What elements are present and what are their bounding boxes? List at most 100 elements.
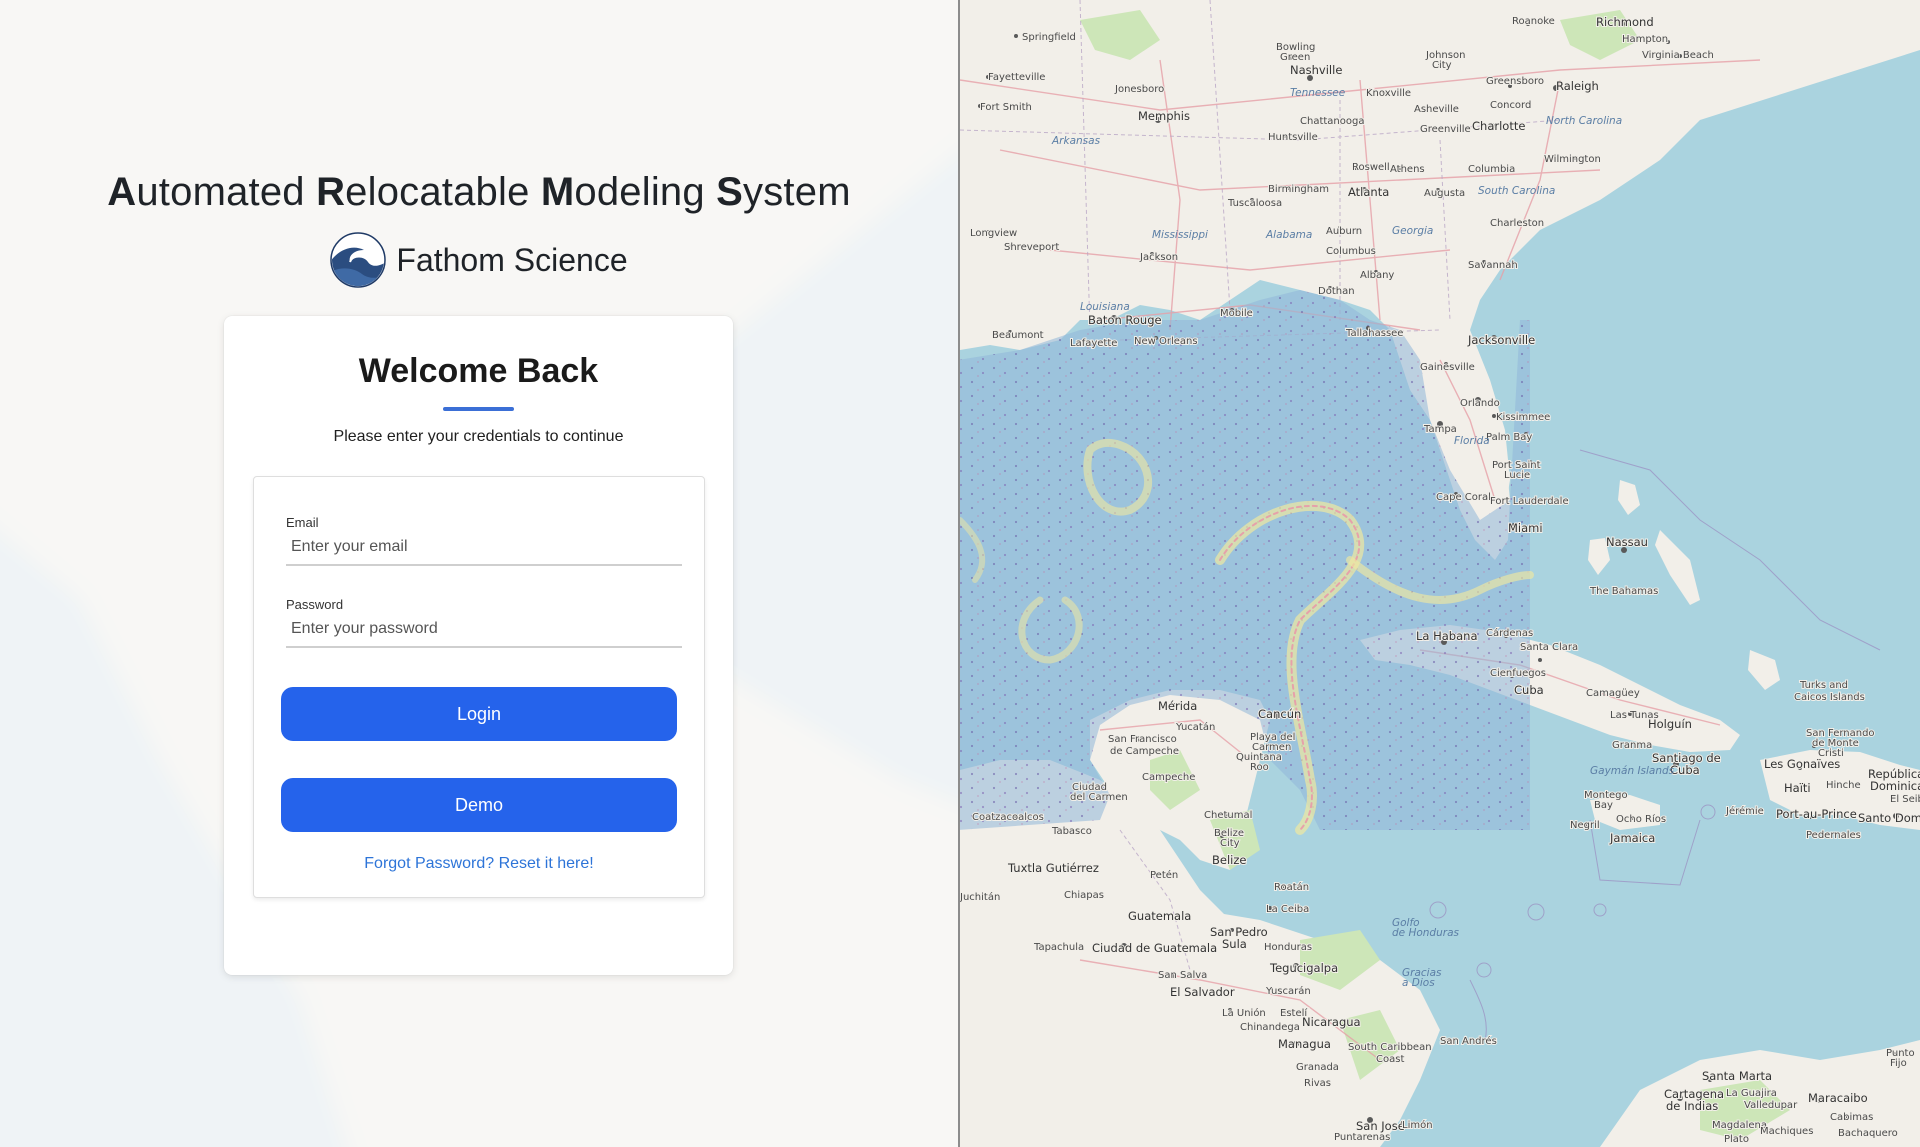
map-place-label: Magdalena: [1712, 1120, 1767, 1131]
map-place-label: Cancún: [1258, 707, 1301, 721]
map-place-label: Gaymán Islands: [1590, 765, 1675, 777]
map-place-label: La Unión: [1222, 1007, 1266, 1019]
map-place-label: Concord: [1490, 100, 1531, 111]
title-initial: M: [540, 170, 575, 214]
map-place-label: Palm Bay: [1486, 432, 1532, 443]
map-place-label: Greensboro: [1486, 76, 1544, 87]
map-place-label: Baton Rouge: [1088, 313, 1162, 327]
map-place-label: Greenville: [1420, 124, 1471, 135]
map-place-label: Roswell: [1352, 162, 1390, 173]
map-place-label: Knoxville: [1366, 88, 1411, 99]
map-place-label: Jonesboro: [1114, 84, 1164, 95]
map-place-label: Granma: [1612, 740, 1652, 751]
map-place-label: Orlando: [1460, 398, 1500, 409]
map-place-label: de Honduras: [1392, 927, 1460, 939]
map-place-label: Dothan: [1318, 286, 1355, 297]
map-place-label: Chinandega: [1240, 1022, 1300, 1033]
map-place-label: Managua: [1278, 1037, 1331, 1051]
map-place-label: Roo: [1250, 762, 1269, 773]
map-place-label: Columbus: [1326, 246, 1376, 257]
map-place-label: Fijo: [1890, 1058, 1907, 1069]
map-place-label: San Andrés: [1440, 1035, 1497, 1047]
brand-name: Fathom Science: [396, 241, 628, 278]
password-field-group: Password: [281, 597, 682, 648]
map-place-label: La Guajira: [1726, 1088, 1777, 1099]
map-place-label: Sula: [1222, 937, 1247, 951]
password-input[interactable]: [286, 620, 682, 648]
map-place-label: Petén: [1150, 869, 1178, 881]
map-place-label: Georgia: [1392, 225, 1433, 237]
map-place-label: Valledupar: [1744, 1100, 1798, 1111]
title-word-rest: utomated: [136, 170, 305, 214]
map-place-label: Fort Lauderdale: [1490, 496, 1569, 507]
map-place-label: Honduras: [1264, 942, 1312, 953]
map-place-label: City: [1432, 60, 1452, 71]
map-place-label: Wilmington: [1544, 154, 1601, 165]
map-place-label: Raleigh: [1556, 79, 1599, 93]
email-field-group: Email: [281, 515, 682, 566]
map-place-label: Fayetteville: [988, 72, 1045, 83]
login-page: Springfield Fayetteville Fort Smith Jone…: [0, 0, 1920, 1147]
map-place-label: Machiques: [1760, 1126, 1813, 1137]
login-card: Welcome Back Please enter your credentia…: [224, 316, 733, 975]
map-place-label: Lafayette: [1070, 338, 1117, 349]
map-place-label: Alabama: [1265, 229, 1312, 241]
login-button[interactable]: Login: [281, 687, 677, 741]
map-place-label: Chiapas: [1064, 890, 1104, 901]
title-initial: R: [316, 170, 346, 214]
map-place-label: del Carmen: [1070, 792, 1128, 803]
title-word-rest: odeling: [574, 170, 705, 214]
map-place-label: Longview: [970, 228, 1017, 239]
password-label: Password: [286, 597, 344, 612]
map-place-label: Granada: [1296, 1062, 1339, 1073]
map-place-label: Coatzacoalcos: [972, 812, 1044, 823]
map-place-label: Puntarenas: [1334, 1132, 1390, 1143]
map-place-label: de Indias: [1666, 1099, 1718, 1113]
demo-button[interactable]: Demo: [281, 778, 677, 832]
map-place-label: Columbia: [1468, 164, 1515, 175]
app-title: Automated Relocatable Modeling System: [0, 170, 958, 215]
map-place-label: Chetumal: [1204, 810, 1252, 821]
map-place-label: Caicos Islands: [1794, 692, 1865, 703]
map-place-label: Tapachula: [1033, 942, 1084, 953]
email-input[interactable]: [286, 538, 682, 566]
map-place-label: Les Gonaïves: [1764, 757, 1840, 771]
title-initial: A: [107, 170, 137, 214]
map-place-label: Cape Coral: [1436, 492, 1491, 503]
map-place-label: Turks and: [1799, 680, 1848, 691]
map-place-label: Roatán: [1274, 881, 1309, 893]
map-place-label: Guatemala: [1128, 909, 1191, 923]
map-place-label: Albany: [1360, 270, 1394, 281]
map-place-label: San Francisco: [1108, 734, 1177, 745]
map-place-label: Cabimas: [1830, 1112, 1873, 1123]
map-place-label: Ciudad de Guatemala: [1092, 941, 1217, 955]
heading-underline: [443, 407, 514, 411]
map-place-label: San José: [1356, 1119, 1405, 1133]
map-place-label: Florida: [1454, 435, 1490, 447]
map-place-label: Asheville: [1414, 104, 1459, 115]
map-place-label: Jérémie: [1725, 805, 1764, 817]
map-place-label: Negril: [1570, 820, 1600, 831]
map-place-label: Auburn: [1326, 226, 1362, 237]
map-place-label: Kissimmee: [1496, 412, 1550, 423]
map-place-label: Huntsville: [1268, 132, 1318, 143]
map-place-label: El Salvador: [1170, 985, 1235, 999]
map-place-label: La Habana: [1416, 629, 1478, 643]
brand: Fathom Science: [0, 230, 958, 290]
map-place-label: Mérida: [1158, 699, 1197, 713]
map-place-label: Jackson: [1139, 252, 1178, 263]
map-place-label: Charlotte: [1472, 119, 1525, 133]
map-place-label: Hampton: [1622, 34, 1668, 45]
map-place-label: The Bahamas: [1589, 586, 1658, 597]
map-place-label: El Seib: [1890, 794, 1920, 805]
map-place-label: Port-au-Prince: [1776, 807, 1857, 821]
map-place-label: City: [1220, 838, 1240, 849]
panel-divider: [958, 0, 960, 1147]
map-place-label: Green: [1280, 52, 1310, 63]
map-place-label: Athens: [1390, 164, 1425, 175]
map-place-label: Arkansas: [1051, 135, 1101, 147]
map-place-label: Lucie: [1504, 470, 1530, 481]
map-place-label: Miami: [1508, 521, 1543, 535]
forgot-password-link[interactable]: Forgot Password? Reset it here!: [254, 855, 704, 873]
map-place-label: Rivas: [1304, 1078, 1331, 1089]
